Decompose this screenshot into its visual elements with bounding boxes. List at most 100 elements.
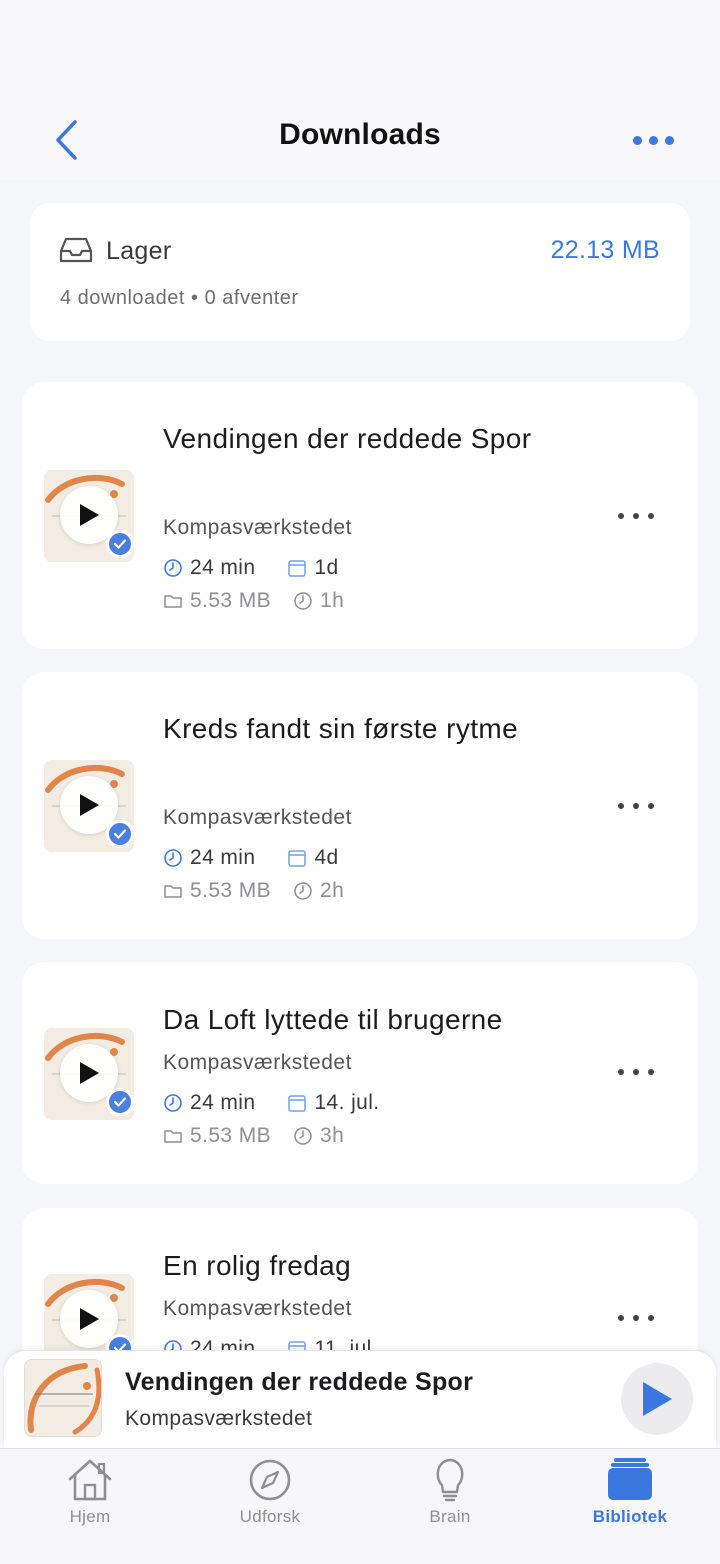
more-horizontal-icon (632, 135, 642, 145)
episode-downloaded-ago: 3h (320, 1124, 345, 1147)
calendar-icon (288, 560, 307, 577)
downloaded-check-badge (106, 1088, 134, 1116)
episode-file-size: 5.53 MB (190, 589, 272, 612)
episode-author: Kompasværkstedet (163, 516, 352, 539)
tab-bibliotek[interactable]: Bibliotek (540, 1449, 720, 1564)
episode-author: Kompasværkstedet (163, 1297, 352, 1320)
library-icon (608, 1458, 652, 1500)
downloaded-check-badge (106, 820, 134, 848)
home-icon (68, 1459, 112, 1501)
calendar-icon (288, 1095, 307, 1112)
check-icon (113, 829, 127, 839)
lightbulb-icon (436, 1458, 464, 1502)
episode-thumbnail[interactable] (44, 470, 134, 562)
clock-outline-icon (294, 592, 312, 610)
episode-date: 4d (314, 846, 339, 869)
more-dot (648, 513, 654, 519)
more-horizontal-icon (618, 513, 624, 519)
clock-icon (164, 1094, 182, 1112)
clock-icon (164, 849, 182, 867)
downloads-screen: Downloads Lager 22.13 MB 4 downloadet • … (0, 0, 720, 1564)
episode-duration: 24 min (190, 1091, 256, 1114)
tab-brain[interactable]: Brain (360, 1449, 540, 1564)
episode-title: Da Loft lyttede til brugerne (163, 1004, 503, 1035)
folder-icon (164, 885, 182, 898)
more-dot (633, 513, 639, 519)
episode-author: Kompasværkstedet (163, 806, 352, 829)
tab-label: Hjem (69, 1507, 111, 1526)
more-dot (648, 135, 658, 145)
tab-udforsk[interactable]: Udforsk (180, 1449, 360, 1564)
cover-art-drawing (25, 1360, 101, 1436)
episode-thumbnail[interactable] (44, 1028, 134, 1120)
episode-card[interactable]: Da Loft lyttede til brugerne Kompasværks… (22, 962, 698, 1184)
more-horizontal-icon (618, 1069, 624, 1075)
storage-size: 22.13 MB (550, 236, 660, 264)
episode-file-size: 5.53 MB (190, 879, 272, 902)
page-title: Downloads (279, 118, 441, 151)
more-horizontal-icon (618, 1315, 624, 1321)
tab-hjem[interactable]: Hjem (0, 1449, 180, 1564)
episode-more-button[interactable] (618, 1060, 654, 1084)
more-dot (633, 1315, 639, 1321)
episode-meta-row-2: 5.53 MB 1h (163, 589, 344, 613)
episode-more-button[interactable] (618, 504, 654, 528)
episode-meta-row-2: 5.53 MB 2h (163, 879, 344, 903)
episode-date: 14. jul. (314, 1091, 380, 1114)
storage-card: Lager 22.13 MB 4 downloadet • 0 afventer (30, 203, 690, 341)
episode-title: En rolig fredag (163, 1250, 352, 1281)
episode-more-button[interactable] (618, 794, 654, 818)
tab-label: Bibliotek (592, 1507, 668, 1526)
storage-subtitle: 4 downloadet • 0 afventer (60, 287, 299, 309)
tab-label: Udforsk (239, 1507, 301, 1526)
episode-downloaded-ago: 1h (320, 589, 345, 612)
episode-duration: 24 min (190, 556, 256, 579)
episode-author: Kompasværkstedet (163, 1051, 352, 1074)
more-options-button[interactable] (626, 124, 680, 156)
downloaded-check-badge (106, 530, 134, 558)
episode-file-size: 5.53 MB (190, 1124, 272, 1147)
clock-icon (164, 559, 182, 577)
tab-label: Brain (429, 1507, 471, 1526)
episode-more-button[interactable] (618, 1306, 654, 1330)
mini-player-cover (24, 1359, 102, 1437)
tab-bar: Hjem Udforsk Brain Bibliotek (0, 1448, 720, 1564)
folder-icon (164, 1130, 182, 1143)
storage-title: Lager (106, 237, 172, 265)
more-horizontal-icon (618, 803, 624, 809)
check-icon (113, 539, 127, 549)
episode-date: 1d (314, 556, 339, 579)
mini-player-play-button[interactable] (621, 1363, 693, 1435)
episode-card[interactable]: Vendingen der reddede Spor Kompasværkste… (22, 382, 698, 649)
mini-player-author: Kompasværkstedet (125, 1407, 313, 1430)
more-dot (648, 803, 654, 809)
more-dot (633, 1069, 639, 1075)
episode-title: Kreds fandt sin første rytme (163, 713, 519, 744)
play-icon (643, 1382, 672, 1416)
compass-icon (249, 1459, 291, 1501)
mini-player-title: Vendingen der reddede Spor (125, 1368, 474, 1396)
inbox-tray-icon (59, 237, 93, 263)
episode-meta-row: 24 min 1d (163, 556, 339, 580)
episode-meta-row: 24 min 4d (163, 846, 339, 870)
episode-meta-row-2: 5.53 MB 3h (163, 1124, 344, 1148)
episode-card[interactable]: Kreds fandt sin første rytme Kompasværks… (22, 672, 698, 939)
play-icon (80, 1308, 99, 1330)
episode-meta-row: 24 min 14. jul. (163, 1091, 380, 1115)
folder-icon (164, 595, 182, 608)
clock-outline-icon (294, 882, 312, 900)
more-dot (648, 1315, 654, 1321)
episode-downloaded-ago: 2h (320, 879, 345, 902)
episode-thumbnail[interactable] (44, 760, 134, 852)
more-dot (648, 1069, 654, 1075)
check-icon (113, 1097, 127, 1107)
mini-player[interactable]: Vendingen der reddede Spor Kompasværkste… (4, 1350, 716, 1448)
clock-outline-icon (294, 1127, 312, 1145)
more-dot (633, 803, 639, 809)
episode-title: Vendingen der reddede Spor (163, 423, 532, 454)
play-icon (80, 794, 99, 816)
header: Downloads (0, 0, 720, 180)
play-icon (80, 1062, 99, 1084)
calendar-icon (288, 850, 307, 867)
episode-duration: 24 min (190, 846, 256, 869)
